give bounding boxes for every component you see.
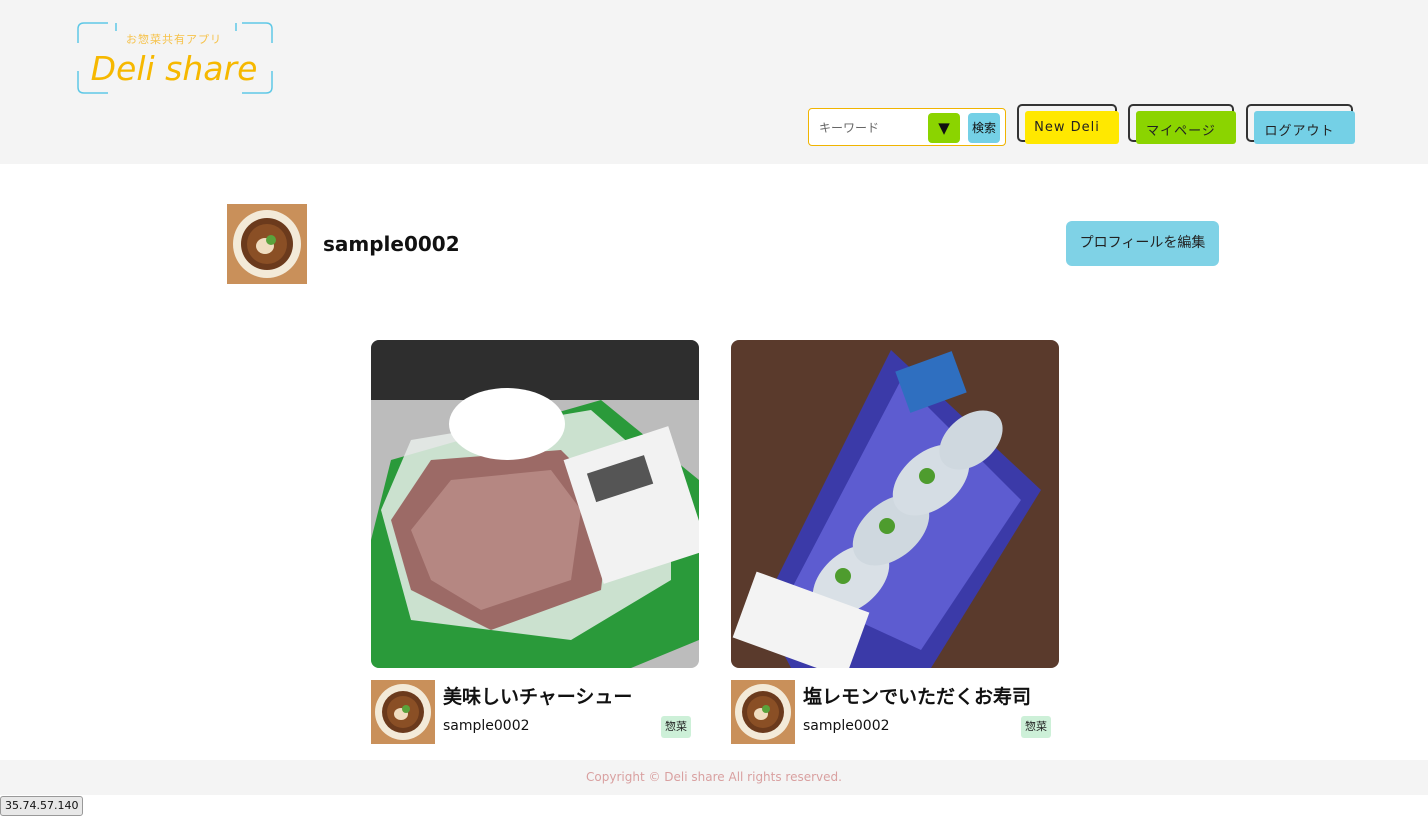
- status-url-bar: 35.74.57.140: [0, 796, 84, 816]
- category-tag[interactable]: 惣菜: [1021, 716, 1051, 738]
- search-button[interactable]: 検索: [968, 113, 1000, 143]
- sushi-photo: [731, 340, 1059, 668]
- avatar: [227, 204, 307, 284]
- logout-button[interactable]: ログアウト: [1246, 104, 1355, 144]
- search-input[interactable]: [817, 118, 931, 138]
- logout-label: ログアウト: [1264, 124, 1335, 139]
- category-tag[interactable]: 惣菜: [661, 716, 691, 738]
- copyright-text: Copyright © Deli share All rights reserv…: [586, 770, 842, 784]
- logo-subtitle: お惣菜共有アプリ: [126, 33, 222, 46]
- search-form: ▼ 検索: [808, 108, 1006, 146]
- mypage-label: マイページ: [1146, 124, 1216, 139]
- chashu-photo: [371, 340, 699, 668]
- site-header: お惣菜共有アプリ Deli share ▼ 検索 New Deli マイページ …: [0, 0, 1428, 164]
- post-author-avatar[interactable]: [371, 680, 435, 744]
- post-title[interactable]: 塩レモンでいただくお寿司: [803, 682, 1031, 709]
- chevron-down-icon[interactable]: ▼: [928, 113, 960, 143]
- post-title[interactable]: 美味しいチャーシュー: [443, 682, 632, 709]
- post-author[interactable]: sample0002: [803, 718, 890, 734]
- new-deli-button[interactable]: New Deli: [1017, 104, 1119, 144]
- site-footer: Copyright © Deli share All rights reserv…: [0, 760, 1428, 795]
- ramen-bowl-image: [371, 680, 435, 744]
- post-author-avatar[interactable]: [731, 680, 795, 744]
- mypage-button[interactable]: マイページ: [1128, 104, 1236, 144]
- new-deli-label: New Deli: [1034, 120, 1100, 135]
- ramen-bowl-image: [227, 204, 307, 284]
- ramen-bowl-image: [731, 680, 795, 744]
- post-card[interactable]: 美味しいチャーシュー sample0002 惣菜: [371, 340, 699, 744]
- post-author[interactable]: sample0002: [443, 718, 530, 734]
- profile-username: sample0002: [323, 232, 460, 256]
- post-photo[interactable]: [371, 340, 699, 668]
- logo-title: Deli share: [90, 49, 258, 88]
- site-logo[interactable]: お惣菜共有アプリ Deli share: [76, 21, 273, 94]
- post-photo[interactable]: [731, 340, 1059, 668]
- post-card[interactable]: 塩レモンでいただくお寿司 sample0002 惣菜: [731, 340, 1059, 744]
- edit-profile-button[interactable]: プロフィールを編集: [1066, 221, 1219, 266]
